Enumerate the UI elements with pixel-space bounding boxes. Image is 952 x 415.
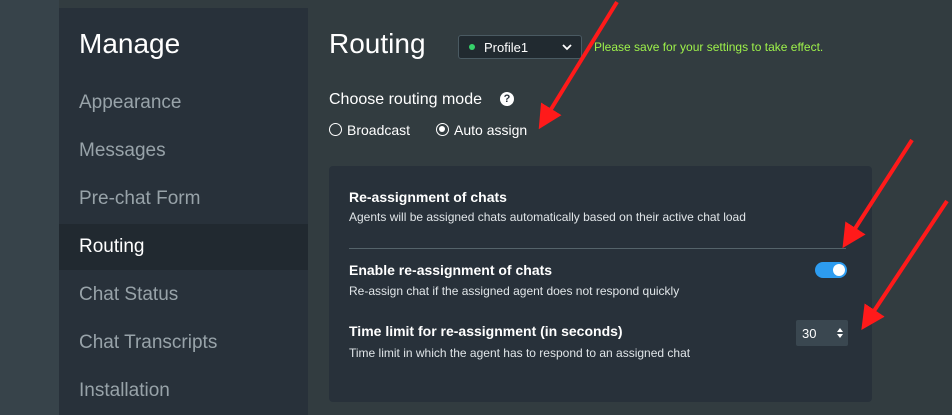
- reassignment-description: Agents will be assigned chats automatica…: [349, 210, 746, 224]
- enable-reassignment-toggle[interactable]: [815, 262, 847, 278]
- page-title: Routing: [329, 28, 426, 59]
- time-limit-input[interactable]: 30: [796, 320, 848, 346]
- reassignment-panel: Re-assignment of chats Agents will be as…: [329, 166, 872, 402]
- manage-sidebar: Manage Appearance Messages Pre-chat Form…: [59, 8, 308, 415]
- routing-main-panel: Routing Profile1 Please save for your se…: [308, 8, 952, 415]
- time-limit-title: Time limit for re-assignment (in seconds…: [349, 323, 623, 339]
- question-circle-icon[interactable]: ?: [500, 92, 514, 106]
- sidebar-item-installation[interactable]: Installation: [59, 368, 308, 414]
- sidebar-item-pre-chat-form[interactable]: Pre-chat Form: [59, 176, 308, 222]
- sidebar-item-messages[interactable]: Messages: [59, 128, 308, 174]
- left-edge-strip: [0, 0, 59, 415]
- save-note: Please save for your settings to take ef…: [594, 40, 824, 54]
- sidebar-item-appearance[interactable]: Appearance: [59, 80, 308, 126]
- radio-broadcast-label: Broadcast: [347, 122, 411, 138]
- time-limit-description: Time limit in which the agent has to res…: [349, 346, 691, 360]
- sidebar-item-routing[interactable]: Routing: [59, 224, 308, 270]
- sidebar-item-chat-transcripts[interactable]: Chat Transcripts: [59, 320, 308, 366]
- profile-select[interactable]: Profile1: [458, 35, 582, 59]
- chevron-down-icon: [562, 44, 572, 51]
- reassignment-title: Re-assignment of chats: [349, 189, 507, 205]
- profile-select-value: Profile1: [484, 40, 529, 55]
- routing-mode-label: Choose routing mode: [329, 91, 482, 108]
- radio-circle-icon[interactable]: [329, 123, 342, 136]
- panel-divider: [349, 248, 846, 249]
- sidebar-title: Manage: [79, 28, 181, 59]
- enable-reassignment-title: Enable re-assignment of chats: [349, 262, 553, 278]
- radio-checked-icon[interactable]: [436, 123, 449, 136]
- spinner-arrows-icon[interactable]: [836, 327, 844, 339]
- sidebar-item-chat-status[interactable]: Chat Status: [59, 272, 308, 318]
- toggle-knob: [833, 264, 845, 276]
- profile-status-dot: [469, 44, 475, 50]
- radio-auto-assign-label: Auto assign: [454, 122, 528, 138]
- time-limit-value: 30: [802, 326, 817, 341]
- enable-reassignment-description: Re-assign chat if the assigned agent doe…: [349, 284, 680, 298]
